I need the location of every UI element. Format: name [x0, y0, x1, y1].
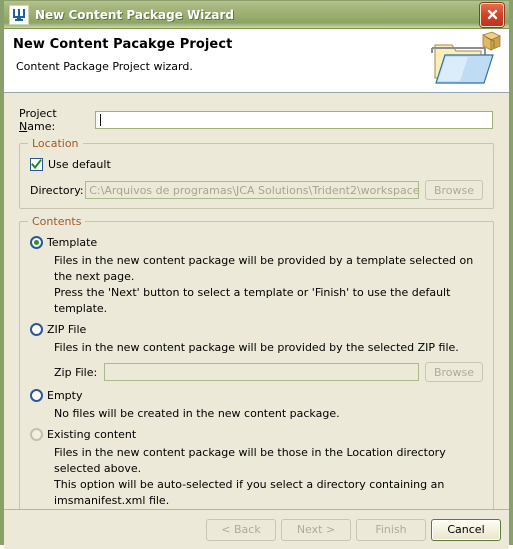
wizard-footer: < Back Next > Finish Cancel: [4, 509, 509, 549]
contents-group: Contents Template Files in the new conte…: [19, 215, 494, 522]
existing-content-radio: [30, 428, 43, 441]
open-folder-package-icon: [423, 31, 501, 89]
close-icon[interactable]: [480, 2, 504, 27]
use-default-label: Use default: [48, 158, 111, 171]
directory-input[interactable]: C:\Arquivos de programas\JCA Solutions\T…: [85, 181, 419, 199]
radio-option-existing-content: Existing content: [30, 428, 483, 441]
template-radio[interactable]: [30, 236, 43, 249]
existing-content-description-2: This option will be auto-selected if you…: [54, 478, 445, 507]
directory-browse-button[interactable]: Browse: [425, 180, 483, 200]
zip-file-row: Zip File: Browse: [54, 362, 483, 382]
existing-content-label: Existing content: [47, 428, 137, 441]
project-name-input[interactable]: [95, 111, 493, 129]
zip-file-input-label: Zip File:: [54, 365, 98, 379]
empty-label: Empty: [47, 389, 83, 402]
trident-w-icon: [9, 4, 29, 25]
zip-file-browse-button[interactable]: Browse: [425, 362, 483, 382]
wizard-header: New Content Pacakge Project Content Pack…: [4, 29, 509, 93]
directory-row: Directory: C:\Arquivos de programas\JCA …: [30, 180, 483, 200]
window-title: New Content Package Wizard: [35, 7, 234, 22]
cancel-button[interactable]: Cancel: [431, 518, 501, 541]
back-button[interactable]: < Back: [206, 518, 276, 541]
wizard-window: New Content Package Wizard New Content P…: [0, 0, 513, 549]
radio-option-zip-file[interactable]: ZIP File: [30, 323, 483, 336]
radio-dot: [34, 240, 39, 245]
radio-option-empty[interactable]: Empty: [30, 389, 483, 402]
project-name-row: Project Name:: [19, 107, 499, 133]
zip-file-description-1: Files in the new content package will be…: [54, 341, 459, 354]
text-caret: [100, 114, 101, 126]
template-description-2: Press the 'Next' button to select a temp…: [54, 286, 451, 315]
template-description-1: Files in the new content package will be…: [54, 254, 474, 283]
location-group: Location Use default Directory: C:\Arqui…: [19, 137, 494, 209]
zip-file-radio[interactable]: [30, 323, 43, 336]
next-button[interactable]: Next >: [281, 518, 351, 541]
zip-file-input[interactable]: [104, 363, 419, 381]
template-label: Template: [47, 236, 98, 249]
existing-content-description-1: Files in the new content package will be…: [54, 446, 446, 475]
zip-file-label: ZIP File: [47, 323, 87, 336]
wizard-body: Project Name: Location Use default Direc…: [4, 93, 509, 522]
directory-label: Directory:: [30, 183, 84, 197]
contents-group-title: Contents: [28, 215, 86, 228]
finish-button[interactable]: Finish: [356, 518, 426, 541]
title-bar: New Content Package Wizard: [4, 1, 509, 29]
project-name-label: Project Name:: [19, 107, 57, 133]
use-default-checkbox[interactable]: [30, 158, 43, 171]
empty-radio[interactable]: [30, 389, 43, 402]
radio-option-template[interactable]: Template: [30, 236, 483, 249]
directory-value: C:\Arquivos de programas\JCA Solutions\T…: [89, 183, 419, 197]
empty-description-1: No files will be created in the new cont…: [54, 407, 340, 420]
location-group-title: Location: [28, 137, 83, 150]
use-default-row[interactable]: Use default: [30, 158, 483, 171]
